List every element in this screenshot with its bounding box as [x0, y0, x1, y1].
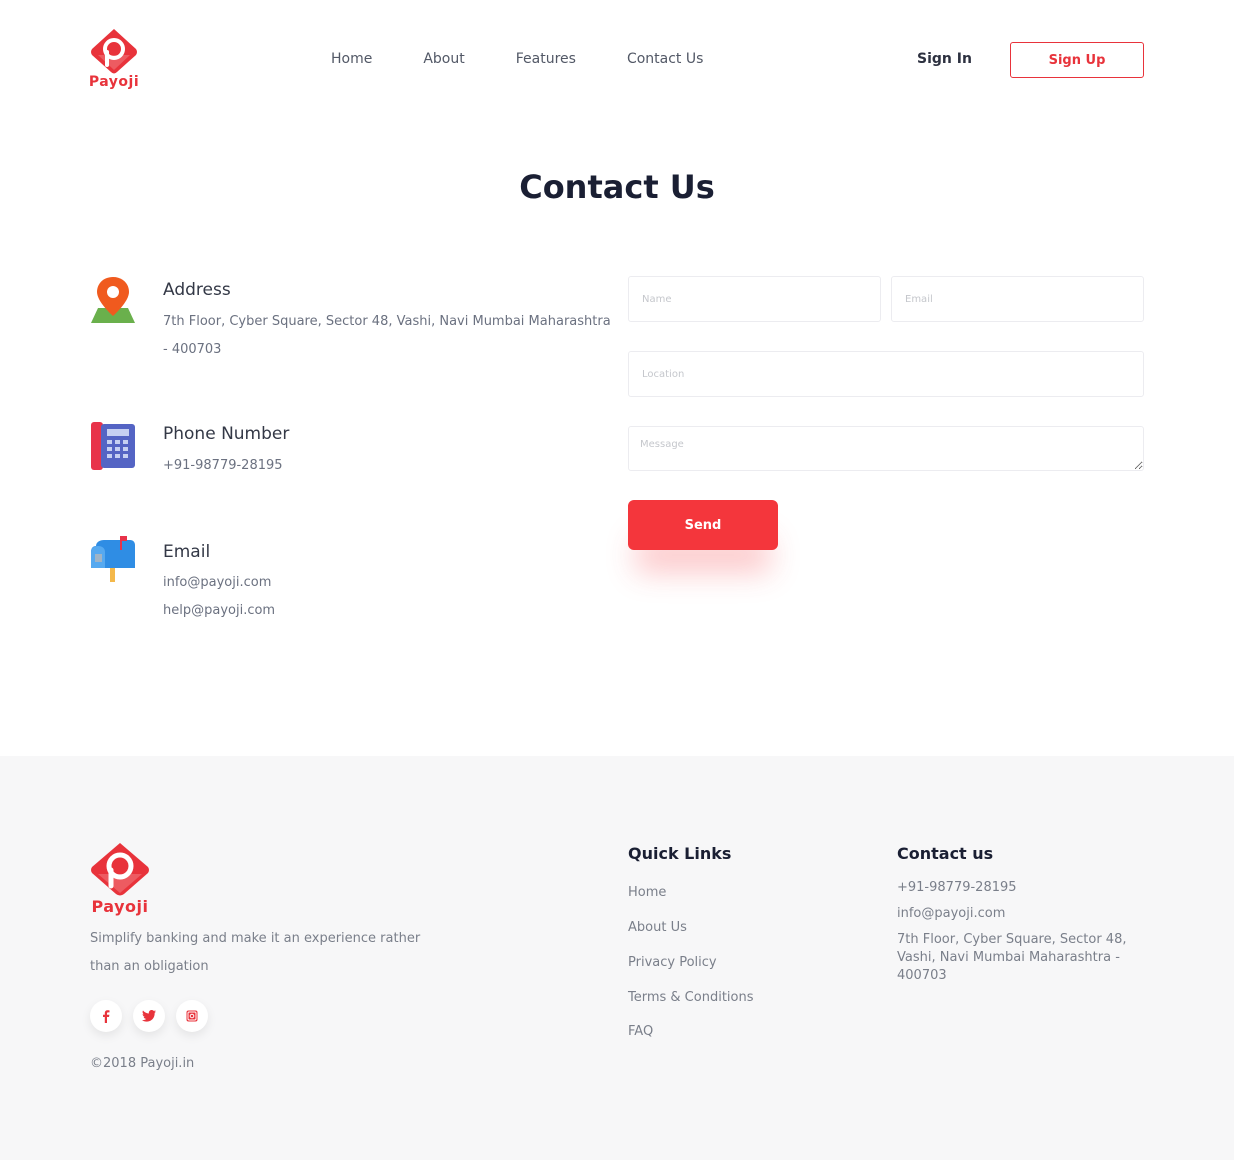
quick-links-title: Quick Links: [628, 844, 732, 863]
email-input[interactable]: [891, 276, 1144, 322]
footer-link-home[interactable]: Home: [628, 885, 666, 900]
email-value-1: info@payoji.com: [163, 575, 272, 590]
page-title: Contact Us: [519, 168, 715, 206]
address-line-1: 7th Floor, Cyber Square, Sector 48, Vash…: [163, 314, 611, 329]
nav-link-contact-us[interactable]: Contact Us: [627, 51, 703, 67]
footer-contact-title: Contact us: [897, 844, 994, 863]
telephone-icon: [91, 422, 135, 470]
map-pin-icon: [91, 277, 135, 323]
footer-contact-address: 7th Floor, Cyber Square, Sector 48, Vash…: [897, 932, 1127, 983]
sign-up-button[interactable]: Sign Up: [1010, 42, 1144, 78]
footer-contact-email: info@payoji.com: [897, 906, 1006, 921]
footer-link-terms[interactable]: Terms & Conditions: [628, 990, 754, 1005]
footer-tagline: Simplify banking and make it an experien…: [90, 931, 421, 974]
instagram-icon: [186, 1010, 198, 1022]
email-title: Email: [163, 542, 211, 562]
footer-link-about-us[interactable]: About Us: [628, 920, 687, 935]
site-footer: Payoji Simplify banking and make it an e…: [0, 756, 1234, 1160]
address-line-2: - 400703: [163, 342, 222, 357]
footer-logo-mark-icon: [91, 843, 149, 896]
location-input[interactable]: [628, 351, 1144, 397]
footer-logo-text: Payoji: [91, 897, 149, 916]
facebook-link[interactable]: [90, 1000, 122, 1032]
twitter-icon: [142, 1010, 156, 1022]
brand-logo[interactable]: Payoji: [86, 26, 142, 94]
logo-text: Payoji: [88, 74, 140, 90]
sign-in-link[interactable]: Sign In: [917, 51, 972, 67]
email-value-2: help@payoji.com: [163, 603, 276, 618]
phone-value: +91-98779-28195: [163, 458, 283, 473]
footer-logo[interactable]: Payoji: [88, 840, 152, 918]
logo-mark-icon: [91, 29, 137, 74]
copyright: ©2018 Payoji.in: [90, 1056, 195, 1071]
footer-link-privacy-policy[interactable]: Privacy Policy: [628, 955, 717, 970]
footer-contact-phone: +91-98779-28195: [897, 880, 1017, 895]
nav-link-home[interactable]: Home: [331, 51, 372, 67]
name-input[interactable]: [628, 276, 881, 322]
message-textarea[interactable]: [628, 426, 1144, 471]
facebook-icon: [103, 1010, 110, 1023]
nav-link-features[interactable]: Features: [516, 51, 576, 67]
instagram-link[interactable]: [176, 1000, 208, 1032]
send-button[interactable]: Send: [628, 500, 778, 550]
mailbox-icon: [91, 536, 135, 582]
phone-title: Phone Number: [163, 424, 290, 444]
nav-link-about[interactable]: About: [423, 51, 464, 67]
footer-link-faq[interactable]: FAQ: [628, 1024, 653, 1039]
main-nav: Home About Features Contact Us: [331, 51, 754, 67]
site-header: Payoji Home About Features Contact Us Si…: [0, 0, 1234, 120]
twitter-link[interactable]: [133, 1000, 165, 1032]
address-title: Address: [163, 280, 231, 300]
